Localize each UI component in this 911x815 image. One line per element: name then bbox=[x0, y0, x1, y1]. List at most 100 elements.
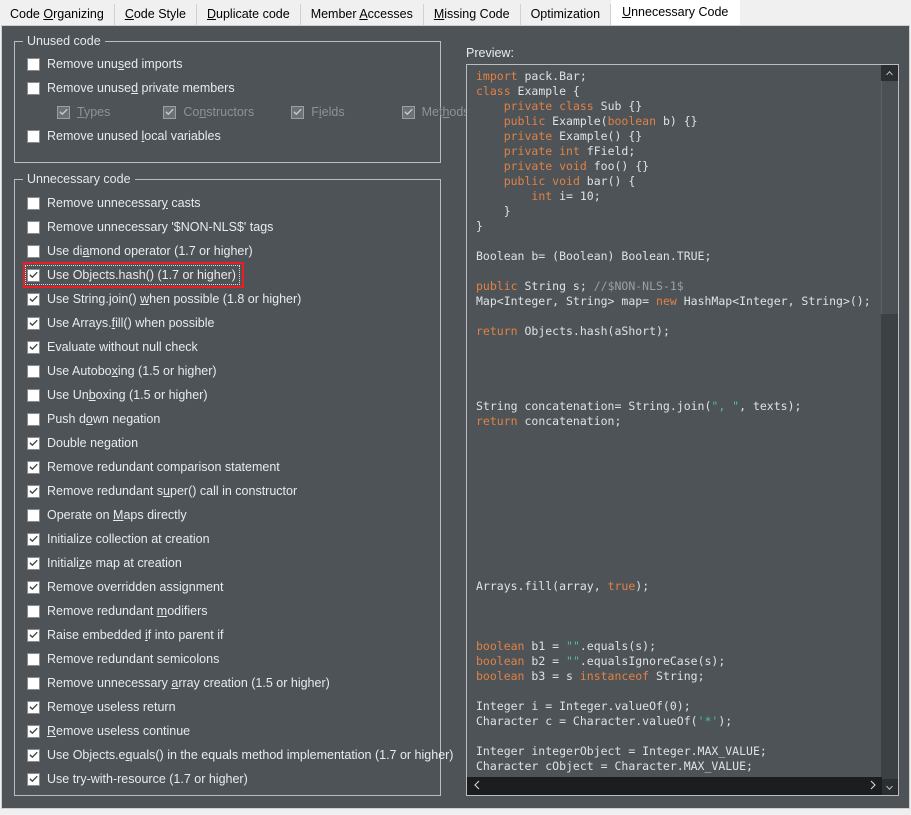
tab-member-accesses[interactable]: Member Accesses bbox=[300, 4, 424, 25]
tab-label: Code Organizing bbox=[10, 7, 104, 21]
checkbox-box[interactable] bbox=[27, 220, 40, 234]
checkbox-box[interactable] bbox=[27, 412, 40, 426]
checkbox-box[interactable] bbox=[27, 652, 40, 666]
checkbox-remove-unnecessary-array-creation[interactable]: Remove unnecessary array creation (1.5 o… bbox=[15, 671, 440, 695]
checkbox-remove-redundant-semicolons[interactable]: Remove redundant semicolons bbox=[15, 647, 440, 671]
preview-horizontal-scrollbar[interactable] bbox=[467, 777, 882, 795]
tab-label: Unnecessary Code bbox=[622, 5, 729, 19]
checkbox-box[interactable] bbox=[27, 57, 40, 71]
checkbox-label: Remove unused local variables bbox=[47, 129, 221, 143]
checkbox-label: Remove unnecessary '$NON-NLS$' tags bbox=[47, 220, 274, 234]
code-line: Character c = Character.valueOf('*'); bbox=[476, 714, 733, 728]
checkbox-box[interactable] bbox=[27, 580, 40, 594]
tab-label: Duplicate code bbox=[206, 7, 290, 21]
checkbox-box[interactable] bbox=[27, 316, 40, 330]
checkbox-box[interactable] bbox=[27, 129, 40, 143]
checkbox-box[interactable] bbox=[27, 196, 40, 210]
checkbox-remove-overridden-assignment[interactable]: Remove overridden assignment bbox=[15, 575, 440, 599]
checkbox-remove-useless-continue[interactable]: Remove useless continue bbox=[15, 719, 440, 743]
checkbox-box[interactable] bbox=[27, 484, 40, 498]
tab-unnecessary-code[interactable]: Unnecessary Code bbox=[611, 0, 741, 25]
tab-code-style[interactable]: Code Style bbox=[114, 4, 197, 25]
scroll-up-button[interactable] bbox=[881, 65, 898, 81]
checkbox-push-down-negation[interactable]: Push down negation bbox=[15, 407, 440, 431]
checkbox-box[interactable] bbox=[27, 628, 40, 642]
checkbox-double-negation[interactable]: Double negation bbox=[15, 431, 440, 455]
checkbox-evaluate-without-null-check[interactable]: Evaluate without null check bbox=[15, 335, 440, 359]
code-line: class Example { bbox=[476, 84, 580, 98]
checkbox-box[interactable] bbox=[27, 604, 40, 618]
checkbox-label: Methods bbox=[421, 105, 470, 119]
tab-duplicate-code[interactable]: Duplicate code bbox=[196, 4, 301, 25]
checkbox-label: Use Objects.equals() in the equals metho… bbox=[47, 748, 454, 762]
checkbox-initialize-map-at-creation[interactable]: Initialize map at creation bbox=[15, 551, 440, 575]
checkbox-box[interactable] bbox=[27, 724, 40, 738]
checkbox-box[interactable] bbox=[27, 772, 40, 786]
checkbox-label: Use Unboxing (1.5 or higher) bbox=[47, 388, 208, 402]
checkbox-label: Use try-with-resource (1.7 or higher) bbox=[47, 772, 248, 786]
checkbox-remove-redundant-super-call[interactable]: Remove redundant super() call in constru… bbox=[15, 479, 440, 503]
code-line: public String s; //$NON-NLS-1$ bbox=[476, 279, 684, 293]
tab-bar: Code Organizing Code Style Duplicate code M… bbox=[0, 0, 911, 25]
checkbox-box[interactable] bbox=[27, 340, 40, 354]
checkmark-icon bbox=[29, 439, 38, 446]
checkbox-box[interactable] bbox=[27, 700, 40, 714]
tab-code-organizing[interactable]: Code Organizing bbox=[0, 4, 115, 25]
checkbox-operate-on-maps-directly[interactable]: Operate on Maps directly bbox=[15, 503, 440, 527]
checkmark-icon bbox=[29, 775, 38, 782]
tab-content-panel: Unused code Remove unused imports Remove … bbox=[1, 25, 910, 809]
checkbox-use-arrays-fill[interactable]: Use Arrays.fill() when possible bbox=[15, 311, 440, 335]
tab-missing-code[interactable]: Missing Code bbox=[423, 4, 521, 25]
checkbox-box[interactable] bbox=[27, 436, 40, 450]
checkbox-use-objects-equals[interactable]: Use Objects.equals() in the equals metho… bbox=[15, 743, 453, 767]
checkbox-use-diamond-operator[interactable]: Use diamond operator (1.7 or higher) bbox=[15, 239, 440, 263]
checkmark-icon bbox=[29, 751, 38, 758]
checkbox-remove-unused-private-members[interactable]: Remove unused private members bbox=[15, 76, 440, 100]
checkmark-icon bbox=[403, 108, 413, 115]
checkbox-remove-redundant-modifiers[interactable]: Remove redundant modifiers bbox=[15, 599, 440, 623]
checkbox-use-autoboxing[interactable]: Use Autoboxing (1.5 or higher) bbox=[15, 359, 440, 383]
checkbox-box[interactable] bbox=[27, 508, 40, 522]
scroll-right-button[interactable] bbox=[864, 780, 882, 792]
checkbox-use-objects-hash[interactable]: Use Objects.hash() (1.7 or higher) bbox=[15, 262, 440, 288]
checkbox-use-string-join[interactable]: Use String.join() when possible (1.8 or … bbox=[15, 287, 440, 311]
checkbox-box[interactable] bbox=[27, 388, 40, 402]
checkbox-methods: Methods bbox=[401, 105, 470, 119]
checkbox-box[interactable] bbox=[27, 244, 40, 258]
checkbox-box[interactable] bbox=[27, 81, 40, 95]
checkbox-remove-unused-imports[interactable]: Remove unused imports bbox=[15, 52, 440, 76]
checkbox-remove-non-nls-tags[interactable]: Remove unnecessary '$NON-NLS$' tags bbox=[15, 215, 440, 239]
checkbox-remove-unnecessary-casts[interactable]: Remove unnecessary casts bbox=[15, 191, 440, 215]
checkbox-box[interactable] bbox=[27, 268, 40, 282]
checkbox-box[interactable] bbox=[27, 460, 40, 474]
preview-vertical-scrollbar[interactable] bbox=[881, 65, 898, 795]
checkbox-use-try-with-resource[interactable]: Use try-with-resource (1.7 or higher) bbox=[15, 767, 440, 791]
checkbox-box[interactable] bbox=[27, 556, 40, 570]
checkbox-label: Use String.join() when possible (1.8 or … bbox=[47, 292, 302, 306]
checkbox-raise-embedded-if[interactable]: Raise embedded if into parent if bbox=[15, 623, 440, 647]
scroll-left-button[interactable] bbox=[467, 780, 485, 792]
checkmark-icon bbox=[29, 583, 38, 590]
code-line: return concatenation; bbox=[476, 414, 622, 428]
checkbox-remove-redundant-comparison-statement[interactable]: Remove redundant comparison statement bbox=[15, 455, 440, 479]
checkbox-use-unboxing[interactable]: Use Unboxing (1.5 or higher) bbox=[15, 383, 440, 407]
scroll-thumb-vertical[interactable] bbox=[881, 81, 898, 314]
checkbox-initialize-collection-at-creation[interactable]: Initialize collection at creation bbox=[15, 527, 440, 551]
checkbox-box[interactable] bbox=[27, 748, 40, 762]
checkbox-remove-unused-local-variables[interactable]: Remove unused local variables bbox=[15, 124, 440, 148]
checkbox-box[interactable] bbox=[27, 292, 40, 306]
tab-label: Code Style bbox=[124, 7, 186, 21]
checkbox-box[interactable] bbox=[27, 532, 40, 546]
checkmark-icon bbox=[29, 727, 38, 734]
checkbox-box[interactable] bbox=[27, 364, 40, 378]
checkbox-box[interactable] bbox=[27, 676, 40, 690]
scroll-down-button[interactable] bbox=[881, 779, 898, 795]
tab-optimization[interactable]: Optimization bbox=[520, 4, 612, 25]
checkbox-remove-useless-return[interactable]: Remove useless return bbox=[15, 695, 440, 719]
